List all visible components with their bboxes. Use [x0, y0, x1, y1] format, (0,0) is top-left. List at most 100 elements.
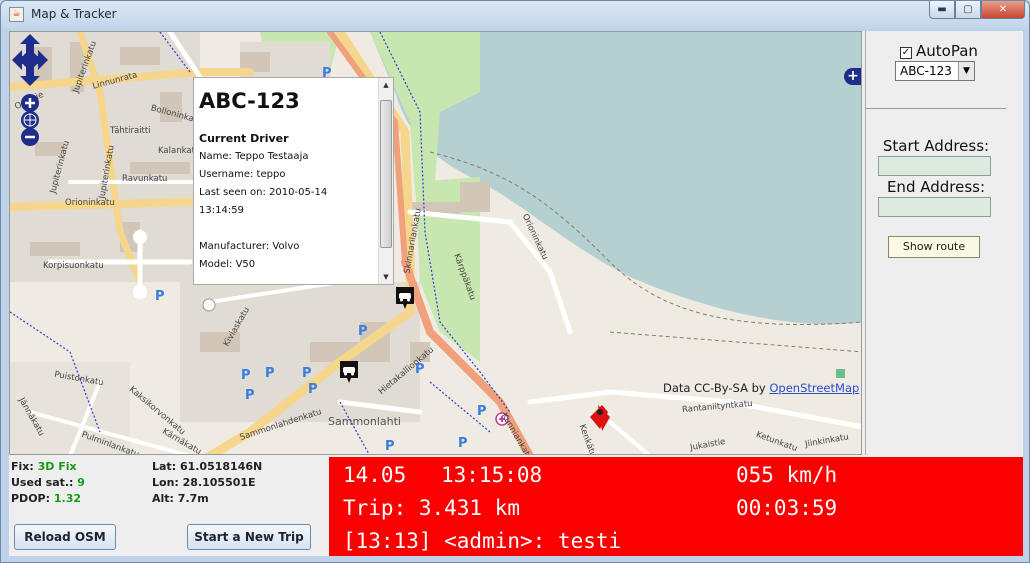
pan-up-icon[interactable] [20, 34, 40, 54]
alt-label: Alt: [152, 492, 174, 505]
show-route-button[interactable]: Show route [888, 236, 980, 258]
parking-icon: P [241, 368, 251, 383]
vehicle-select-value: ABC-123 [900, 64, 952, 78]
window-controls: ▬ ▢ ✕ [929, 1, 1025, 19]
pdop-label: PDOP: [11, 492, 51, 505]
car-marker-icon[interactable] [339, 360, 359, 384]
model-row: Model: V50 [199, 256, 379, 274]
close-button[interactable]: ✕ [981, 1, 1025, 19]
layer-switcher-button[interactable]: + [844, 68, 861, 85]
parking-icon: P [358, 324, 368, 339]
parking-icon: P [385, 439, 395, 454]
end-address-label: End Address: [886, 178, 986, 196]
driver-name-value: Teppo Testaaja [235, 151, 309, 162]
attribution-text: Data CC-By-SA by [663, 381, 766, 395]
lat-row: Lat: 61.0518146N [152, 460, 262, 473]
driver-section-title: Current Driver [199, 132, 289, 145]
last-seen-label: Last seen on: [199, 187, 266, 198]
model-label: Model: [199, 259, 233, 270]
manufacturer-value: Volvo [272, 241, 300, 252]
trip-ticker-panel: 14.05 13:15:08 055 km/h Trip: 3.431 km 0… [329, 457, 1023, 556]
lat-value: 61.0518146N [179, 460, 263, 473]
pdop-row: PDOP: 1.32 [11, 492, 81, 505]
reload-osm-button[interactable]: Reload OSM [14, 524, 116, 550]
route-sidebar: ✓ AutoPan ABC-123 ▼ Start Address: End Ad… [865, 31, 1023, 455]
ticker-time: 13:15:08 [441, 463, 543, 487]
scroll-down-icon[interactable]: ▼ [379, 270, 393, 284]
street-label: Korpisuonkatu [43, 261, 104, 271]
pdop-value: 1.32 [53, 492, 81, 505]
autopan-label: AutoPan [916, 42, 978, 60]
lon-row: Lon: 28.105501E [152, 476, 256, 489]
pan-down-icon[interactable] [20, 66, 40, 86]
end-address-input[interactable] [878, 197, 991, 217]
java-cup-icon: ☕ [9, 7, 24, 22]
autopan-checkbox[interactable]: ✓ AutoPan [900, 42, 978, 60]
parking-icon: P [415, 362, 425, 377]
street-label: Orioninkatu [65, 198, 115, 208]
username-label: Username: [199, 169, 254, 180]
pan-zoom-control[interactable] [10, 32, 50, 147]
fix-value: 3D Fix [37, 460, 77, 473]
checkbox-check-icon[interactable]: ✓ [900, 47, 912, 59]
username-value: teppo [256, 169, 286, 180]
driver-name-row: Name: Teppo Testaaja [199, 148, 379, 166]
sat-value: 9 [77, 476, 85, 489]
last-seen-row: Last seen on: 2010-05-14 [199, 184, 379, 202]
divider [866, 108, 1006, 109]
parking-icon: P [265, 366, 275, 381]
lat-label: Lat: [152, 460, 177, 473]
lon-label: Lon: [152, 476, 179, 489]
vehicle-select[interactable]: ABC-123 ▼ [895, 61, 975, 81]
driver-name-label: Name: [199, 151, 232, 162]
start-new-trip-button[interactable]: Start a New Trip [187, 524, 311, 550]
parking-icon: P [155, 289, 165, 304]
ticker-date: 14.05 [343, 463, 407, 487]
alt-row: Alt: 7.7m [152, 492, 209, 505]
scroll-up-icon[interactable]: ▲ [379, 78, 393, 92]
map-attribution: Data CC-By-SA by OpenStreetMap [663, 381, 859, 395]
popup-scrollbar[interactable]: ▲ ▼ [378, 78, 393, 284]
fix-label: Fix: [11, 460, 34, 473]
street-label: Ravunkatu [122, 174, 168, 184]
title-bar[interactable]: ☕ Map & Tracker ▬ ▢ ✕ [1, 1, 1029, 29]
sat-row: Used sat.: 9 [11, 476, 85, 489]
start-address-input[interactable] [878, 156, 991, 176]
parking-icon: P [458, 436, 468, 451]
parking-icon: P [245, 388, 255, 403]
client-area: Jupiterinkatu Linnunrata Jupiterinkatu T… [9, 31, 1023, 556]
ticker-trip-duration: 00:03:59 [736, 496, 838, 520]
minimize-button[interactable]: ▬ [929, 1, 955, 19]
openstreetmap-link[interactable]: OpenStreetMap [769, 381, 859, 395]
ticker-speed: 055 km/h [736, 463, 838, 487]
last-seen-date: 2010-05-14 [269, 187, 328, 198]
model-value: V50 [235, 259, 256, 270]
fix-row: Fix: 3D Fix [11, 460, 77, 473]
manufacturer-row: Manufacturer: Volvo [199, 238, 379, 256]
vehicle-id: ABC-123 [199, 89, 300, 113]
chevron-down-icon[interactable]: ▼ [958, 62, 974, 80]
vehicle-info-popup: ABC-123 Current Driver Name: Teppo Testa… [193, 77, 394, 285]
parking-icon: P [308, 382, 318, 397]
alt-value: 7.7m [177, 492, 209, 505]
ticker-message: [13:13] <admin>: testi [343, 529, 622, 553]
popup-content: ABC-123 Current Driver Name: Teppo Testa… [199, 84, 379, 274]
parking-icon: P [302, 366, 312, 381]
manufacturer-label: Manufacturer: [199, 241, 270, 252]
lon-value: 28.105501E [182, 476, 256, 489]
ticker-trip-distance: Trip: 3.431 km [343, 496, 521, 520]
gps-status-panel: Fix: 3D Fix Used sat.: 9 PDOP: 1.32 Lat:… [9, 457, 329, 556]
scroll-thumb[interactable] [380, 100, 392, 248]
street-label: Tähtiraitti [110, 126, 151, 136]
car-marker-icon[interactable] [395, 286, 415, 310]
parking-icon: P [477, 404, 487, 419]
maximize-button[interactable]: ▢ [955, 1, 981, 19]
district-label: Sammonlahti [328, 415, 401, 428]
start-address-label: Start Address: [882, 137, 990, 155]
sat-label: Used sat.: [11, 476, 74, 489]
last-seen-time: 13:14:59 [199, 205, 244, 216]
window-title: Map & Tracker [31, 7, 117, 21]
map-view[interactable]: Jupiterinkatu Linnunrata Jupiterinkatu T… [9, 31, 862, 455]
username-row: Username: teppo [199, 166, 379, 184]
app-window: ☕ Map & Tracker ▬ ▢ ✕ Jupiterinkatu Linn… [0, 0, 1030, 563]
